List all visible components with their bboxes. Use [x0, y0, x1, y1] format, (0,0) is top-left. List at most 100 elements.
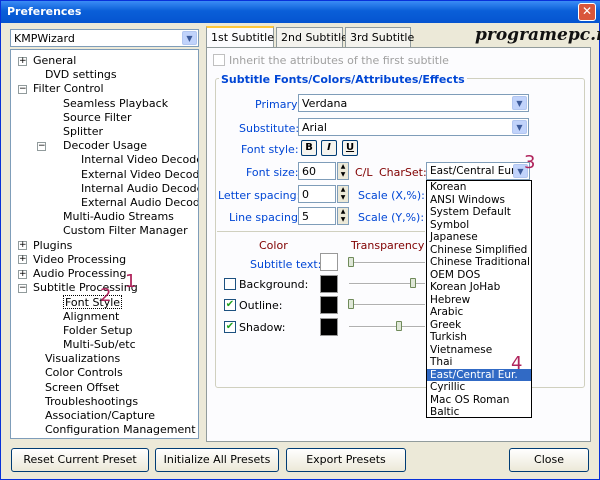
- charset-option[interactable]: Greek: [427, 319, 531, 332]
- tree-item[interactable]: Subtitle Processing: [33, 281, 138, 295]
- tree-item[interactable]: Splitter: [63, 125, 103, 139]
- background-color-swatch[interactable]: [320, 275, 338, 293]
- line-spacing-spinner[interactable]: ▲ ▼: [337, 207, 349, 225]
- tree-item[interactable]: Screen Offset: [45, 381, 119, 395]
- slider-thumb[interactable]: [396, 321, 402, 331]
- chevron-down-icon[interactable]: ▼: [512, 96, 527, 110]
- charset-option[interactable]: Baltic: [427, 406, 531, 417]
- chevron-down-icon[interactable]: ▼: [182, 31, 197, 45]
- collapse-icon[interactable]: −: [37, 141, 46, 151]
- charset-option[interactable]: Korean JoHab: [427, 281, 531, 294]
- shadow-transparency-slider[interactable]: [349, 326, 425, 328]
- preset-select[interactable]: KMPWizard ▼: [10, 29, 199, 47]
- tree-item[interactable]: Multi-Sub/etc: [63, 338, 136, 352]
- button-label: Export Presets: [306, 453, 386, 466]
- initialize-all-presets-button[interactable]: Initialize All Presets: [155, 448, 279, 472]
- tree-item[interactable]: Video Processing: [33, 253, 126, 267]
- substitute-font-select[interactable]: Arial ▼: [298, 118, 529, 136]
- tree-item[interactable]: Decoder Usage: [63, 139, 147, 153]
- tab-1st-subtitle[interactable]: 1st Subtitle: [206, 26, 274, 48]
- charset-option[interactable]: Chinese Simplified: [427, 244, 531, 257]
- tree-item[interactable]: Source Filter: [63, 111, 132, 125]
- close-button[interactable]: Close: [509, 448, 589, 472]
- tree-item[interactable]: Visualizations: [45, 352, 120, 366]
- primary-font-select[interactable]: Verdana ▼: [298, 94, 529, 112]
- tree-item[interactable]: Configuration Management: [45, 423, 196, 437]
- letter-spacing-spinner[interactable]: ▲ ▼: [337, 185, 349, 203]
- window-close-icon[interactable]: ✕: [578, 3, 596, 21]
- tab-3rd-subtitle[interactable]: 3rd Subtitle: [345, 27, 414, 47]
- charset-option[interactable]: System Default: [427, 206, 531, 219]
- charset-dropdown-list[interactable]: Korean ANSI Windows System Default Symbol Ja…: [426, 180, 532, 418]
- tree-item[interactable]: Seamless Playback: [63, 97, 168, 111]
- annotation-3: 3: [524, 152, 536, 173]
- bold-button[interactable]: B: [301, 140, 317, 156]
- primary-font-value: Verdana: [302, 97, 348, 110]
- tree-item[interactable]: Audio Processing: [33, 267, 127, 281]
- tree-item[interactable]: DVD settings: [45, 68, 117, 82]
- charset-option[interactable]: OEM DOS: [427, 269, 531, 282]
- tree-item[interactable]: Troubleshootings: [45, 395, 138, 409]
- tree-item[interactable]: Font Style: [63, 295, 123, 310]
- slider-thumb[interactable]: [348, 299, 354, 309]
- underline-button[interactable]: U: [342, 140, 358, 156]
- line-spacing-input[interactable]: 5: [298, 207, 336, 225]
- expand-icon[interactable]: +: [18, 56, 27, 66]
- tree-item[interactable]: Filter Control: [33, 82, 104, 96]
- reset-current-preset-button[interactable]: Reset Current Preset: [11, 448, 149, 472]
- letter-spacing-input[interactable]: 0: [298, 185, 336, 203]
- expand-icon[interactable]: +: [18, 255, 27, 265]
- tree-item[interactable]: Internal Audio Decoder: [81, 182, 198, 196]
- shadow-checkbox[interactable]: ✔: [224, 321, 236, 333]
- slider-thumb[interactable]: [410, 278, 416, 288]
- charset-select[interactable]: East/Central Eur. ▼: [426, 162, 530, 180]
- font-size-label: Font size:: [246, 166, 299, 179]
- outline-color-swatch[interactable]: [320, 296, 338, 314]
- charset-option[interactable]: Korean: [427, 181, 531, 194]
- tree-item[interactable]: Color Controls: [45, 366, 123, 380]
- tree-item[interactable]: External Video Decoder: [81, 168, 198, 182]
- collapse-icon[interactable]: −: [18, 283, 27, 293]
- charset-option[interactable]: Turkish: [427, 331, 531, 344]
- charset-option[interactable]: Mac OS Roman: [427, 394, 531, 407]
- tree-item[interactable]: Internal Video Decoder: [81, 153, 198, 167]
- outline-transparency-slider[interactable]: [349, 304, 425, 306]
- tree-item[interactable]: General: [33, 54, 76, 68]
- chevron-down-icon[interactable]: ▼: [512, 120, 527, 134]
- inherit-checkbox[interactable]: [213, 54, 225, 66]
- charset-option[interactable]: ANSI Windows: [427, 194, 531, 207]
- font-size-spinner[interactable]: ▲ ▼: [337, 162, 349, 180]
- tree-item[interactable]: Multi-Audio Streams: [63, 210, 174, 224]
- title-bar[interactable]: Preferences: [1, 1, 600, 23]
- tree-item[interactable]: Custom Filter Manager: [63, 224, 188, 238]
- italic-button[interactable]: I: [321, 140, 337, 156]
- outline-checkbox[interactable]: ✔: [224, 299, 236, 311]
- shadow-color-swatch[interactable]: [320, 318, 338, 336]
- tree-item[interactable]: External Audio Decoder: [81, 196, 198, 210]
- font-size-input[interactable]: 60: [298, 162, 336, 180]
- tab-2nd-subtitle[interactable]: 2nd Subtitle: [276, 27, 348, 47]
- window-title: Preferences: [7, 5, 82, 18]
- charset-label: CharSet:: [379, 166, 427, 179]
- charset-option[interactable]: Japanese: [427, 231, 531, 244]
- subtitle-text-color-swatch[interactable]: [320, 253, 338, 271]
- divider: [217, 231, 425, 232]
- subtitle-text-transparency-slider[interactable]: [349, 262, 425, 264]
- background-checkbox[interactable]: [224, 278, 236, 290]
- charset-option[interactable]: Hebrew: [427, 294, 531, 307]
- export-presets-button[interactable]: Export Presets: [286, 448, 406, 472]
- charset-option[interactable]: Chinese Traditional: [427, 256, 531, 269]
- expand-icon[interactable]: +: [18, 269, 27, 279]
- collapse-icon[interactable]: −: [18, 84, 27, 94]
- expand-icon[interactable]: +: [18, 241, 27, 251]
- tree-item[interactable]: Association/Capture: [45, 409, 155, 423]
- tree-item[interactable]: Plugins: [33, 239, 72, 253]
- tree-item[interactable]: Folder Setup: [63, 324, 133, 338]
- charset-option[interactable]: Cyrillic: [427, 381, 531, 394]
- slider-thumb[interactable]: [348, 257, 354, 267]
- tree-item[interactable]: Alignment: [63, 310, 119, 324]
- settings-tree[interactable]: + General DVD settings − Filter Control Seaml…: [10, 49, 199, 439]
- preferences-window: Preferences ✕ KMPWizard ▼ + General DVD se…: [0, 0, 600, 480]
- charset-option[interactable]: Arabic: [427, 306, 531, 319]
- charset-option[interactable]: Symbol: [427, 219, 531, 232]
